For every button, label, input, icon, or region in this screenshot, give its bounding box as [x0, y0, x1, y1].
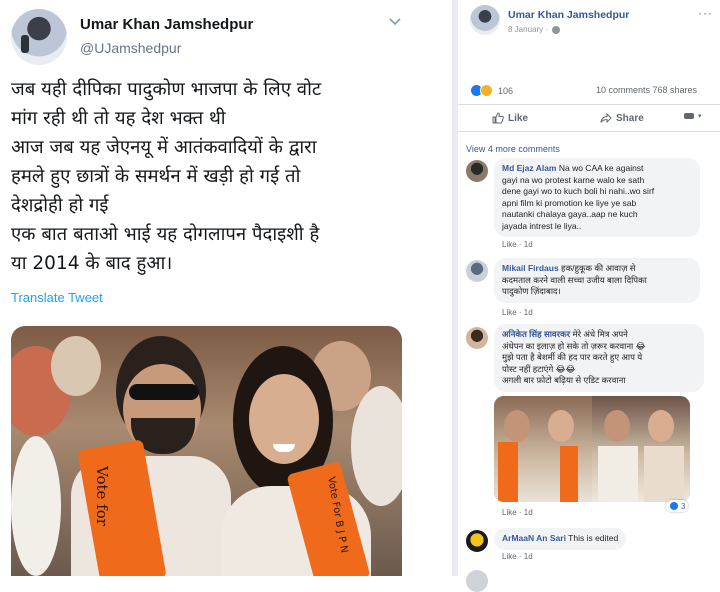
more-options-icon[interactable]: ···	[698, 6, 713, 20]
thumbs-up-icon	[492, 112, 504, 124]
comment-bubble: Mikail Firdaus हक/हुकूक की आवाज़ से कदमत…	[494, 258, 700, 303]
comment-text-line: apni film ki promotion ke liye ye sab	[502, 197, 637, 208]
comment-text-line: मुझे पता है बेशर्मी की हद पार करते हुए आ…	[502, 352, 643, 362]
share-arrow-icon	[600, 112, 612, 124]
globe-icon	[552, 25, 561, 34]
woman-face	[648, 410, 674, 442]
share-button[interactable]: Share	[600, 112, 644, 124]
photo-reaction-badge[interactable]: 3	[666, 500, 689, 512]
commenter-name[interactable]: अनिकेत सिंह सावरकर	[502, 329, 570, 339]
crowd-figure	[51, 336, 101, 396]
man-face	[604, 410, 630, 442]
haha-reaction-icon	[480, 84, 493, 97]
comment-text-line: हक/हुकूक की आवाज़ से	[558, 263, 636, 273]
commenter-avatar[interactable]	[466, 327, 488, 349]
comment-text-line: Na wo CAA ke against	[556, 163, 644, 173]
tweet-line: हमले हुए छात्रों के समर्थन में खड़ी हो ग…	[11, 166, 301, 187]
commenter-avatar[interactable]	[466, 530, 488, 552]
tweet-line: जब यही दीपिका पादुकोण भाजपा के लिए वोट	[11, 79, 322, 100]
man-kurta	[598, 446, 638, 502]
chevron-down-icon[interactable]	[388, 14, 402, 28]
commenter-avatar[interactable]	[466, 570, 488, 592]
woman-face	[548, 410, 574, 442]
like-button[interactable]: Like	[492, 112, 528, 124]
tweet-line: या 2014 के बाद हुआ।	[11, 253, 173, 274]
photo-left-half	[494, 396, 592, 502]
post-avatar[interactable]	[470, 5, 500, 35]
comment-like-row[interactable]: Like · 1d	[502, 552, 533, 561]
comment-text-line: nautanki chalaya gaya..aap ne kuch	[502, 209, 638, 219]
tweet-photo[interactable]: Vote for Vote For B J P N	[11, 326, 402, 576]
tweet-text: जब यही दीपिका पादुकोण भाजपा के लिए वोट म…	[11, 75, 411, 278]
comment-like-row[interactable]: Like · 1d	[502, 308, 533, 317]
tweet-line: मांग रही थी तो यह देश भक्त थी	[11, 108, 226, 129]
comment-text-line: मेरे अंधे मित्र अपने	[570, 329, 628, 339]
post-date-text: 8 January ·	[508, 25, 549, 34]
comment-photo[interactable]	[494, 396, 690, 502]
microphone-icon	[21, 35, 29, 53]
comment-text-line: अंधेपन का इलाज़ हो सके तो ज़रूर करवाना 😂	[502, 340, 646, 351]
like-reaction-icon	[669, 501, 679, 511]
reaction-summary[interactable]: 106	[470, 84, 513, 97]
comment-text-line: dene gayi wo to kuch boli hi nahi..wo si…	[502, 186, 655, 196]
facebook-post: Umar Khan Jamshedpur 8 January · ··· 106…	[458, 0, 720, 592]
comment-text-line: jayada intrest le liya..	[502, 220, 582, 231]
sunglasses-icon	[129, 384, 199, 400]
tweet-card: Umar Khan Jamshedpur @UJamshedpur जब यही…	[0, 0, 452, 576]
crowd-figure	[11, 436, 61, 576]
view-more-comments-link[interactable]: View 4 more comments	[466, 144, 560, 154]
comment-text-line: gayi na wo protest karne walo ke sath	[502, 174, 645, 185]
page-avatar-icon	[684, 113, 694, 119]
photo-right-half	[592, 396, 690, 502]
tweet-line: एक बात बताओ भाई यह दोगलापन पैदाइशी है	[11, 224, 320, 245]
comment-text-line: पोस्ट नहीं हटाएंगे 😂😂	[502, 363, 576, 374]
tweet-line: देशद्रोही हो गई	[11, 195, 109, 216]
comment-text-line: अगली बार फ़ोटो बढ़िया से एडिट करवाना	[502, 375, 626, 385]
commenter-name[interactable]: Md Ejaz Alam	[502, 163, 556, 173]
share-button-label: Share	[616, 112, 644, 124]
comment-bubble: Md Ejaz Alam Na wo CAA ke against gayi n…	[494, 158, 700, 237]
comment-bubble: अनिकेत सिंह सावरकर मेरे अंधे मित्र अपने …	[494, 324, 704, 392]
crowd-figure	[351, 386, 402, 506]
comment-share-counts[interactable]: 10 comments 768 shares	[596, 85, 697, 95]
woman-outfit	[644, 446, 684, 502]
comment-bubble: ArMaaN An Sari This is edited	[494, 528, 627, 550]
tweet-line: आज जब यह जेएनयू में आतंकवादियों के द्वार…	[11, 137, 317, 158]
post-author-name[interactable]: Umar Khan Jamshedpur	[508, 9, 629, 21]
saffron-scarf	[560, 446, 578, 502]
reaction-count: 106	[498, 85, 514, 96]
post-action-bar: Like Share ▾	[458, 104, 720, 132]
commenter-avatar[interactable]	[466, 160, 488, 182]
audience-selector[interactable]: ▾	[684, 112, 702, 120]
tweet-avatar[interactable]	[11, 9, 67, 65]
saffron-scarf	[498, 442, 518, 502]
dropdown-caret-icon: ▾	[698, 113, 702, 120]
commenter-name[interactable]: ArMaaN An Sari	[502, 533, 566, 543]
commenter-avatar[interactable]	[466, 260, 488, 282]
comment-text-line: This is edited	[565, 533, 619, 543]
translate-tweet-link[interactable]: Translate Tweet	[11, 290, 103, 305]
comment-text-line: कदमताल करने वाली सच्चा उजीय बाला दिपिका	[502, 274, 647, 285]
tweet-author-name[interactable]: Umar Khan Jamshedpur	[80, 16, 253, 33]
comment-text-line: पादुकोण ज़िंदाबाद।	[502, 286, 561, 296]
tweet-author-handle[interactable]: @UJamshedpur	[80, 40, 181, 56]
man-face	[504, 410, 530, 442]
scarf-text: Vote for	[93, 466, 111, 526]
post-date[interactable]: 8 January ·	[508, 25, 561, 34]
comment-like-row[interactable]: Like · 1d	[502, 240, 533, 249]
commenter-name[interactable]: Mikail Firdaus	[502, 263, 559, 273]
like-button-label: Like	[508, 112, 529, 124]
photo-reaction-count: 3	[681, 501, 686, 511]
comment-like-row[interactable]: Like · 1d	[502, 508, 533, 517]
